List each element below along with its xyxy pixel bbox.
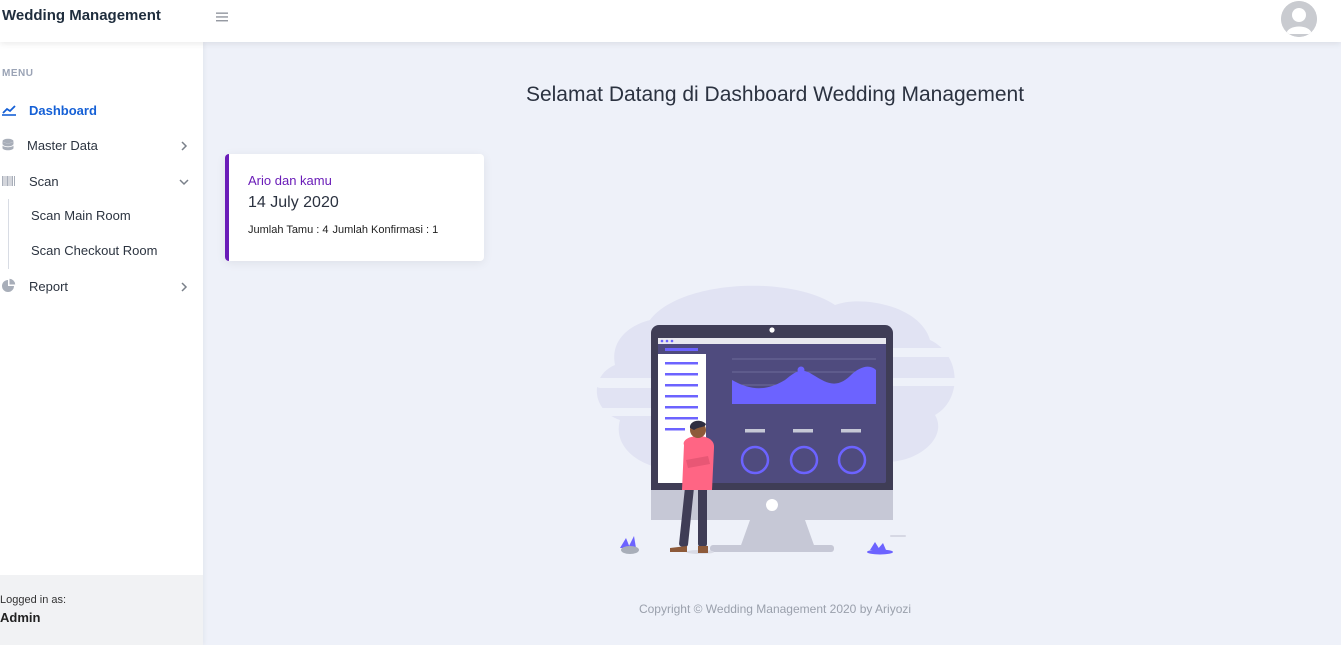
sidebar-footer: Logged in as: Admin <box>0 575 203 645</box>
barcode-icon <box>1 173 17 189</box>
chevron-down-icon <box>178 175 190 187</box>
submenu-line <box>8 199 9 269</box>
sidebar-item-report[interactable]: Report <box>0 271 203 301</box>
sidebar-item-master-data[interactable]: Master Data <box>0 130 203 160</box>
menu-heading: MENU <box>2 68 34 79</box>
page-title: Selamat Datang di Dashboard Wedding Mana… <box>525 83 1025 106</box>
logged-in-label: Logged in as: <box>0 594 67 606</box>
sidebar-item-label: Dashboard <box>29 102 97 118</box>
chevron-right-icon <box>178 139 190 151</box>
top-bar: Wedding Management <box>0 0 1341 42</box>
sidebar-subitem-scan-main-room[interactable]: Scan Main Room <box>31 204 131 228</box>
sidebar-item-dashboard[interactable]: Dashboard <box>0 95 203 125</box>
app-title[interactable]: Wedding Management <box>2 7 161 24</box>
sidebar-item-scan[interactable]: Scan <box>0 166 203 196</box>
database-icon <box>1 137 17 153</box>
hamburger-icon[interactable] <box>214 9 230 25</box>
chart-line-icon <box>1 102 17 118</box>
dashboard-illustration <box>590 280 960 565</box>
event-name: Ario dan kamu <box>248 173 332 188</box>
sidebar: MENU Dashboard Master Data Scan Scan Mai… <box>0 42 203 645</box>
event-date: 14 July 2020 <box>248 194 339 211</box>
guest-count: Jumlah Tamu : 4 <box>248 224 329 236</box>
event-stats: Jumlah Tamu : 4 Jumlah Konfirmasi : 1 <box>248 224 438 236</box>
user-avatar-icon[interactable] <box>1281 1 1317 37</box>
sidebar-item-label: Report <box>29 278 69 294</box>
sidebar-item-label: Scan <box>29 173 59 189</box>
event-card[interactable]: Ario dan kamu 14 July 2020 Jumlah Tamu :… <box>225 154 484 261</box>
copyright-text: Copyright © Wedding Management 2020 by A… <box>638 602 912 616</box>
sidebar-subitem-scan-checkout-room[interactable]: Scan Checkout Room <box>31 239 157 263</box>
sidebar-item-label: Master Data <box>27 137 98 153</box>
logged-in-user: Admin <box>0 610 41 625</box>
chevron-right-icon <box>178 280 190 292</box>
pie-chart-icon <box>1 278 17 294</box>
confirmation-count: Jumlah Konfirmasi : 1 <box>332 224 439 236</box>
